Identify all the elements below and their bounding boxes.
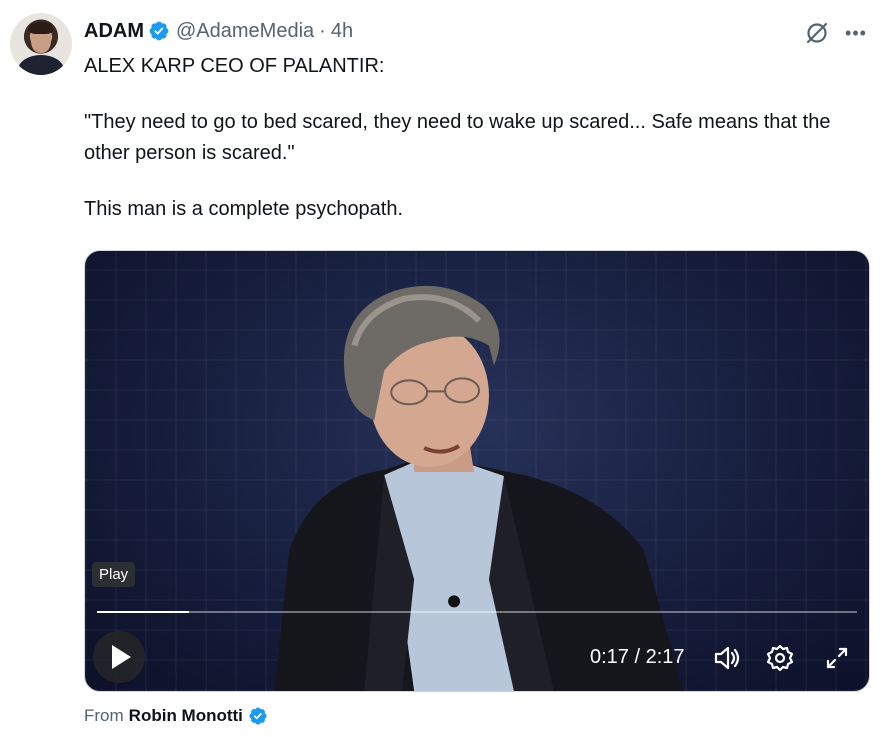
source-prefix: From <box>84 706 124 725</box>
tweet-header: ADAM @AdameMedia · 4h <box>84 16 353 46</box>
progress-bar[interactable] <box>97 611 857 613</box>
tweet-line-1: ALEX KARP CEO OF PALANTIR: <box>84 55 385 77</box>
video-source: From Robin Monotti <box>84 706 268 726</box>
grok-icon[interactable] <box>804 20 830 46</box>
play-tooltip: Play <box>92 562 136 587</box>
tweet-quote: "They need to go to bed scared, they nee… <box>84 111 831 164</box>
time-display: 0:17 / 2:17 <box>590 646 685 668</box>
author-name[interactable]: ADAM <box>84 20 144 43</box>
volume-icon[interactable] <box>712 643 742 673</box>
separator-dot: · <box>319 19 326 42</box>
source-name[interactable]: Robin Monotti <box>129 706 243 726</box>
tweet: ADAM @AdameMedia · 4h ••• ALEX KARP CEO … <box>0 0 881 737</box>
more-icon[interactable]: ••• <box>843 20 869 46</box>
verified-badge-icon <box>249 707 267 725</box>
settings-gear-icon[interactable] <box>765 643 795 673</box>
tweet-text: ALEX KARP CEO OF PALANTIR: "They need to… <box>84 51 874 225</box>
video-frame <box>274 285 684 691</box>
fullscreen-icon[interactable] <box>822 643 852 673</box>
verified-badge-icon <box>149 21 169 41</box>
avatar[interactable] <box>10 13 72 75</box>
play-button[interactable] <box>93 631 145 683</box>
tweet-timestamp[interactable]: 4h <box>331 20 353 43</box>
video-player[interactable]: Play 0:17 / 2:17 <box>84 250 870 692</box>
tweet-line-3: This man is a complete psychopath. <box>84 198 404 220</box>
author-handle[interactable]: @AdameMedia <box>176 20 314 43</box>
progress-fill <box>97 611 189 613</box>
play-icon <box>112 645 131 669</box>
